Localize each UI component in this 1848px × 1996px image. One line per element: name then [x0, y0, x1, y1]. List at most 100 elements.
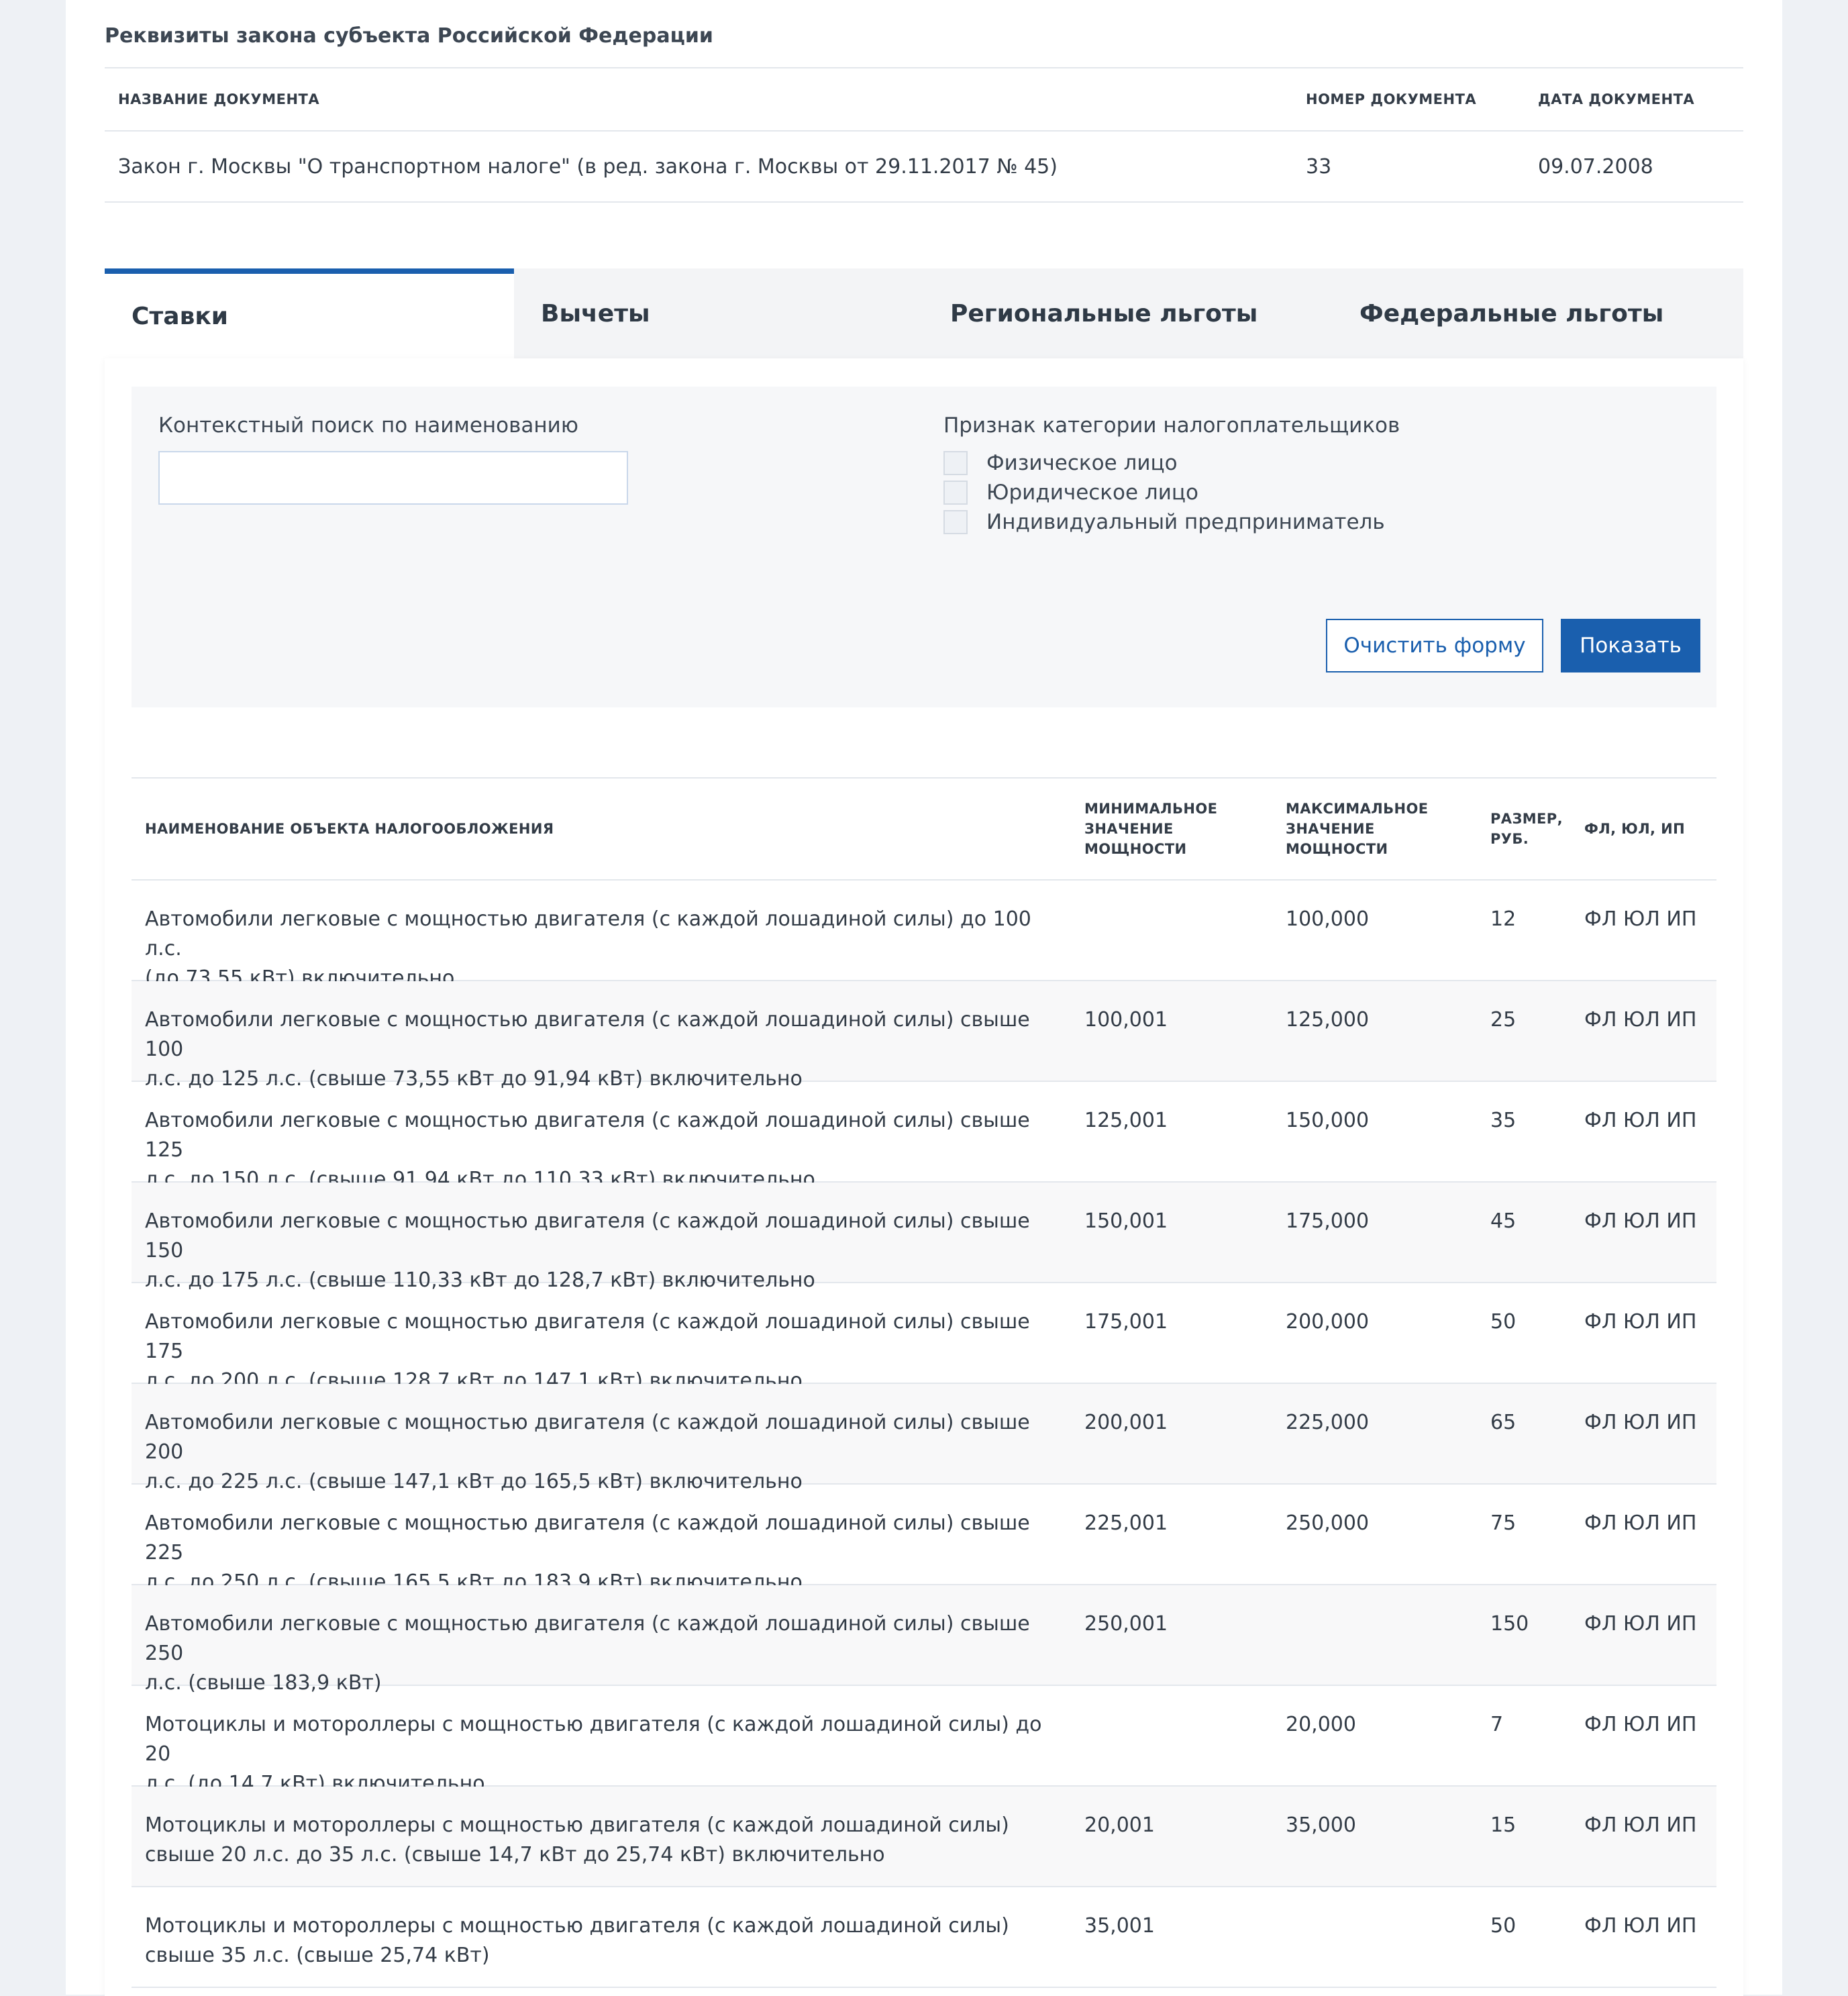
rates-table-header: Наименование объекта налогообложения Мин… — [132, 777, 1716, 881]
object-name: Автомобили легковые с мощностью двигател… — [145, 907, 1031, 990]
header-document-name: Название документа — [118, 91, 320, 107]
checkbox-individual[interactable]: Физическое лицо — [943, 450, 1178, 477]
taxpayer-type: ФЛ ЮЛ ИП — [1584, 1008, 1697, 1032]
rate: 35 — [1490, 1109, 1517, 1132]
header-max-line: Максимальное — [1286, 801, 1429, 817]
table-row: Мотоциклы и мотороллеры с мощностью двиг… — [132, 1787, 1716, 1887]
rate: 12 — [1490, 907, 1517, 931]
object-name: Мотоциклы и мотороллеры с мощностью двиг… — [145, 1914, 1009, 1967]
checkbox-entrepreneur[interactable]: Индивидуальный предприниматель — [943, 509, 1385, 536]
header-min-line: Минимальное — [1084, 801, 1218, 817]
search-input[interactable] — [158, 451, 628, 505]
object-name: Автомобили легковые с мощностью двигател… — [145, 1209, 1030, 1292]
rate: 150 — [1490, 1612, 1529, 1636]
max-power: 125,000 — [1286, 1008, 1370, 1032]
header-min-power: Минимальное значение мощности — [1084, 779, 1217, 879]
checkbox-box[interactable] — [943, 451, 968, 475]
law-table: Название документа Номер документа Дата … — [105, 67, 1743, 203]
clear-form-button[interactable]: Очистить форму — [1326, 619, 1543, 672]
header-rate-line: руб. — [1490, 831, 1529, 847]
header-rate: Размер, руб. — [1490, 779, 1563, 879]
min-power: 150,001 — [1084, 1209, 1168, 1233]
max-power: 200,000 — [1286, 1310, 1370, 1334]
object-name: Автомобили легковые с мощностью двигател… — [145, 1008, 1030, 1091]
max-power: 20,000 — [1286, 1713, 1356, 1736]
tab-deductions[interactable]: Вычеты — [514, 268, 923, 358]
tab-bar: Ставки Вычеты Региональные льготы Федера… — [105, 268, 1743, 358]
min-power: 100,001 — [1084, 1008, 1168, 1032]
show-button[interactable]: Показать — [1561, 619, 1700, 672]
tab-rates[interactable]: Ставки — [105, 268, 514, 358]
object-name: Автомобили легковые с мощностью двигател… — [145, 1310, 1030, 1393]
rate: 65 — [1490, 1411, 1517, 1434]
header-taxpayer-type: ФЛ, ЮЛ, ИП — [1584, 821, 1686, 837]
document-date: 09.07.2008 — [1538, 154, 1653, 179]
header-min-line: значение — [1084, 821, 1174, 837]
max-power: 35,000 — [1286, 1813, 1356, 1837]
taxpayer-type: ФЛ ЮЛ ИП — [1584, 1813, 1697, 1837]
checkbox-box[interactable] — [943, 481, 968, 505]
header-document-date: Дата документа — [1538, 91, 1695, 107]
taxpayer-type: ФЛ ЮЛ ИП — [1584, 1914, 1697, 1938]
rate: 50 — [1490, 1310, 1517, 1334]
header-min-line: мощности — [1084, 841, 1187, 857]
min-power: 200,001 — [1084, 1411, 1168, 1434]
taxpayer-type: ФЛ ЮЛ ИП — [1584, 1713, 1697, 1736]
min-power: 250,001 — [1084, 1612, 1168, 1636]
header-document-number: Номер документа — [1306, 91, 1477, 107]
taxpayer-type: ФЛ ЮЛ ИП — [1584, 1411, 1697, 1434]
checkbox-legal-entity[interactable]: Юридическое лицо — [943, 479, 1198, 506]
search-label: Контекстный поиск по наименованию — [158, 413, 578, 438]
min-power: 20,001 — [1084, 1813, 1155, 1837]
tab-regional-benefits[interactable]: Региональные льготы — [923, 268, 1333, 358]
law-table-header: Название документа Номер документа Дата … — [105, 67, 1743, 130]
taxpayer-type: ФЛ ЮЛ ИП — [1584, 1511, 1697, 1535]
checkbox-box[interactable] — [943, 510, 968, 534]
max-power: 175,000 — [1286, 1209, 1370, 1233]
table-row: Автомобили легковые с мощностью двигател… — [132, 1183, 1716, 1292]
header-max-line: значение — [1286, 821, 1375, 837]
table-row: Автомобили легковые с мощностью двигател… — [132, 1082, 1716, 1191]
min-power: 125,001 — [1084, 1109, 1168, 1132]
min-power: 35,001 — [1084, 1914, 1155, 1938]
max-power: 225,000 — [1286, 1411, 1370, 1434]
rate: 75 — [1490, 1511, 1517, 1535]
table-row: Мотоциклы и мотороллеры с мощностью двиг… — [132, 1887, 1716, 1988]
table-row: Автомобили легковые с мощностью двигател… — [132, 1384, 1716, 1493]
taxpayer-type: ФЛ ЮЛ ИП — [1584, 1209, 1697, 1233]
table-row: Автомобили легковые с мощностью двигател… — [132, 981, 1716, 1091]
object-name: Автомобили легковые с мощностью двигател… — [145, 1511, 1030, 1594]
rate: 25 — [1490, 1008, 1517, 1032]
rates-panel: Контекстный поиск по наименованию Призна… — [105, 358, 1743, 1996]
header-rate-line: Размер, — [1490, 811, 1563, 827]
max-power: 250,000 — [1286, 1511, 1370, 1535]
max-power: 150,000 — [1286, 1109, 1370, 1132]
table-row: Автомобили легковые с мощностью двигател… — [132, 881, 1716, 990]
tab-federal-benefits[interactable]: Федеральные льготы — [1333, 268, 1743, 358]
category-label: Признак категории налогоплательщиков — [943, 413, 1400, 438]
min-power: 225,001 — [1084, 1511, 1168, 1535]
taxpayer-type: ФЛ ЮЛ ИП — [1584, 1109, 1697, 1132]
filter-form: Контекстный поиск по наименованию Призна… — [132, 387, 1716, 707]
object-name: Автомобили легковые с мощностью двигател… — [145, 1411, 1030, 1493]
document-name: Закон г. Москвы "О транспортном налоге" … — [118, 154, 1058, 179]
law-table-row: Закон г. Москвы "О транспортном налоге" … — [105, 130, 1743, 203]
header-max-power: Максимальное значение мощности — [1286, 779, 1428, 879]
checkbox-label: Физическое лицо — [986, 451, 1178, 475]
object-name: Автомобили легковые с мощностью двигател… — [145, 1109, 1030, 1191]
table-row: Автомобили легковые с мощностью двигател… — [132, 1485, 1716, 1594]
table-row: Мотоциклы и мотороллеры с мощностью двиг… — [132, 1686, 1716, 1795]
rates-table: Наименование объекта налогообложения Мин… — [132, 777, 1716, 1988]
checkbox-label: Юридическое лицо — [986, 481, 1198, 505]
checkbox-label: Индивидуальный предприниматель — [986, 510, 1385, 534]
header-object-name: Наименование объекта налогообложения — [145, 821, 554, 837]
rate: 45 — [1490, 1209, 1517, 1233]
object-name: Автомобили легковые с мощностью двигател… — [145, 1612, 1030, 1695]
header-max-line: мощности — [1286, 841, 1388, 857]
table-row: Автомобили легковые с мощностью двигател… — [132, 1585, 1716, 1695]
rate: 15 — [1490, 1813, 1517, 1837]
taxpayer-type: ФЛ ЮЛ ИП — [1584, 907, 1697, 931]
law-section-title: Реквизиты закона субъекта Российской Фед… — [105, 24, 713, 48]
content-card: Реквизиты закона субъекта Российской Фед… — [66, 0, 1782, 1996]
max-power: 100,000 — [1286, 907, 1370, 931]
